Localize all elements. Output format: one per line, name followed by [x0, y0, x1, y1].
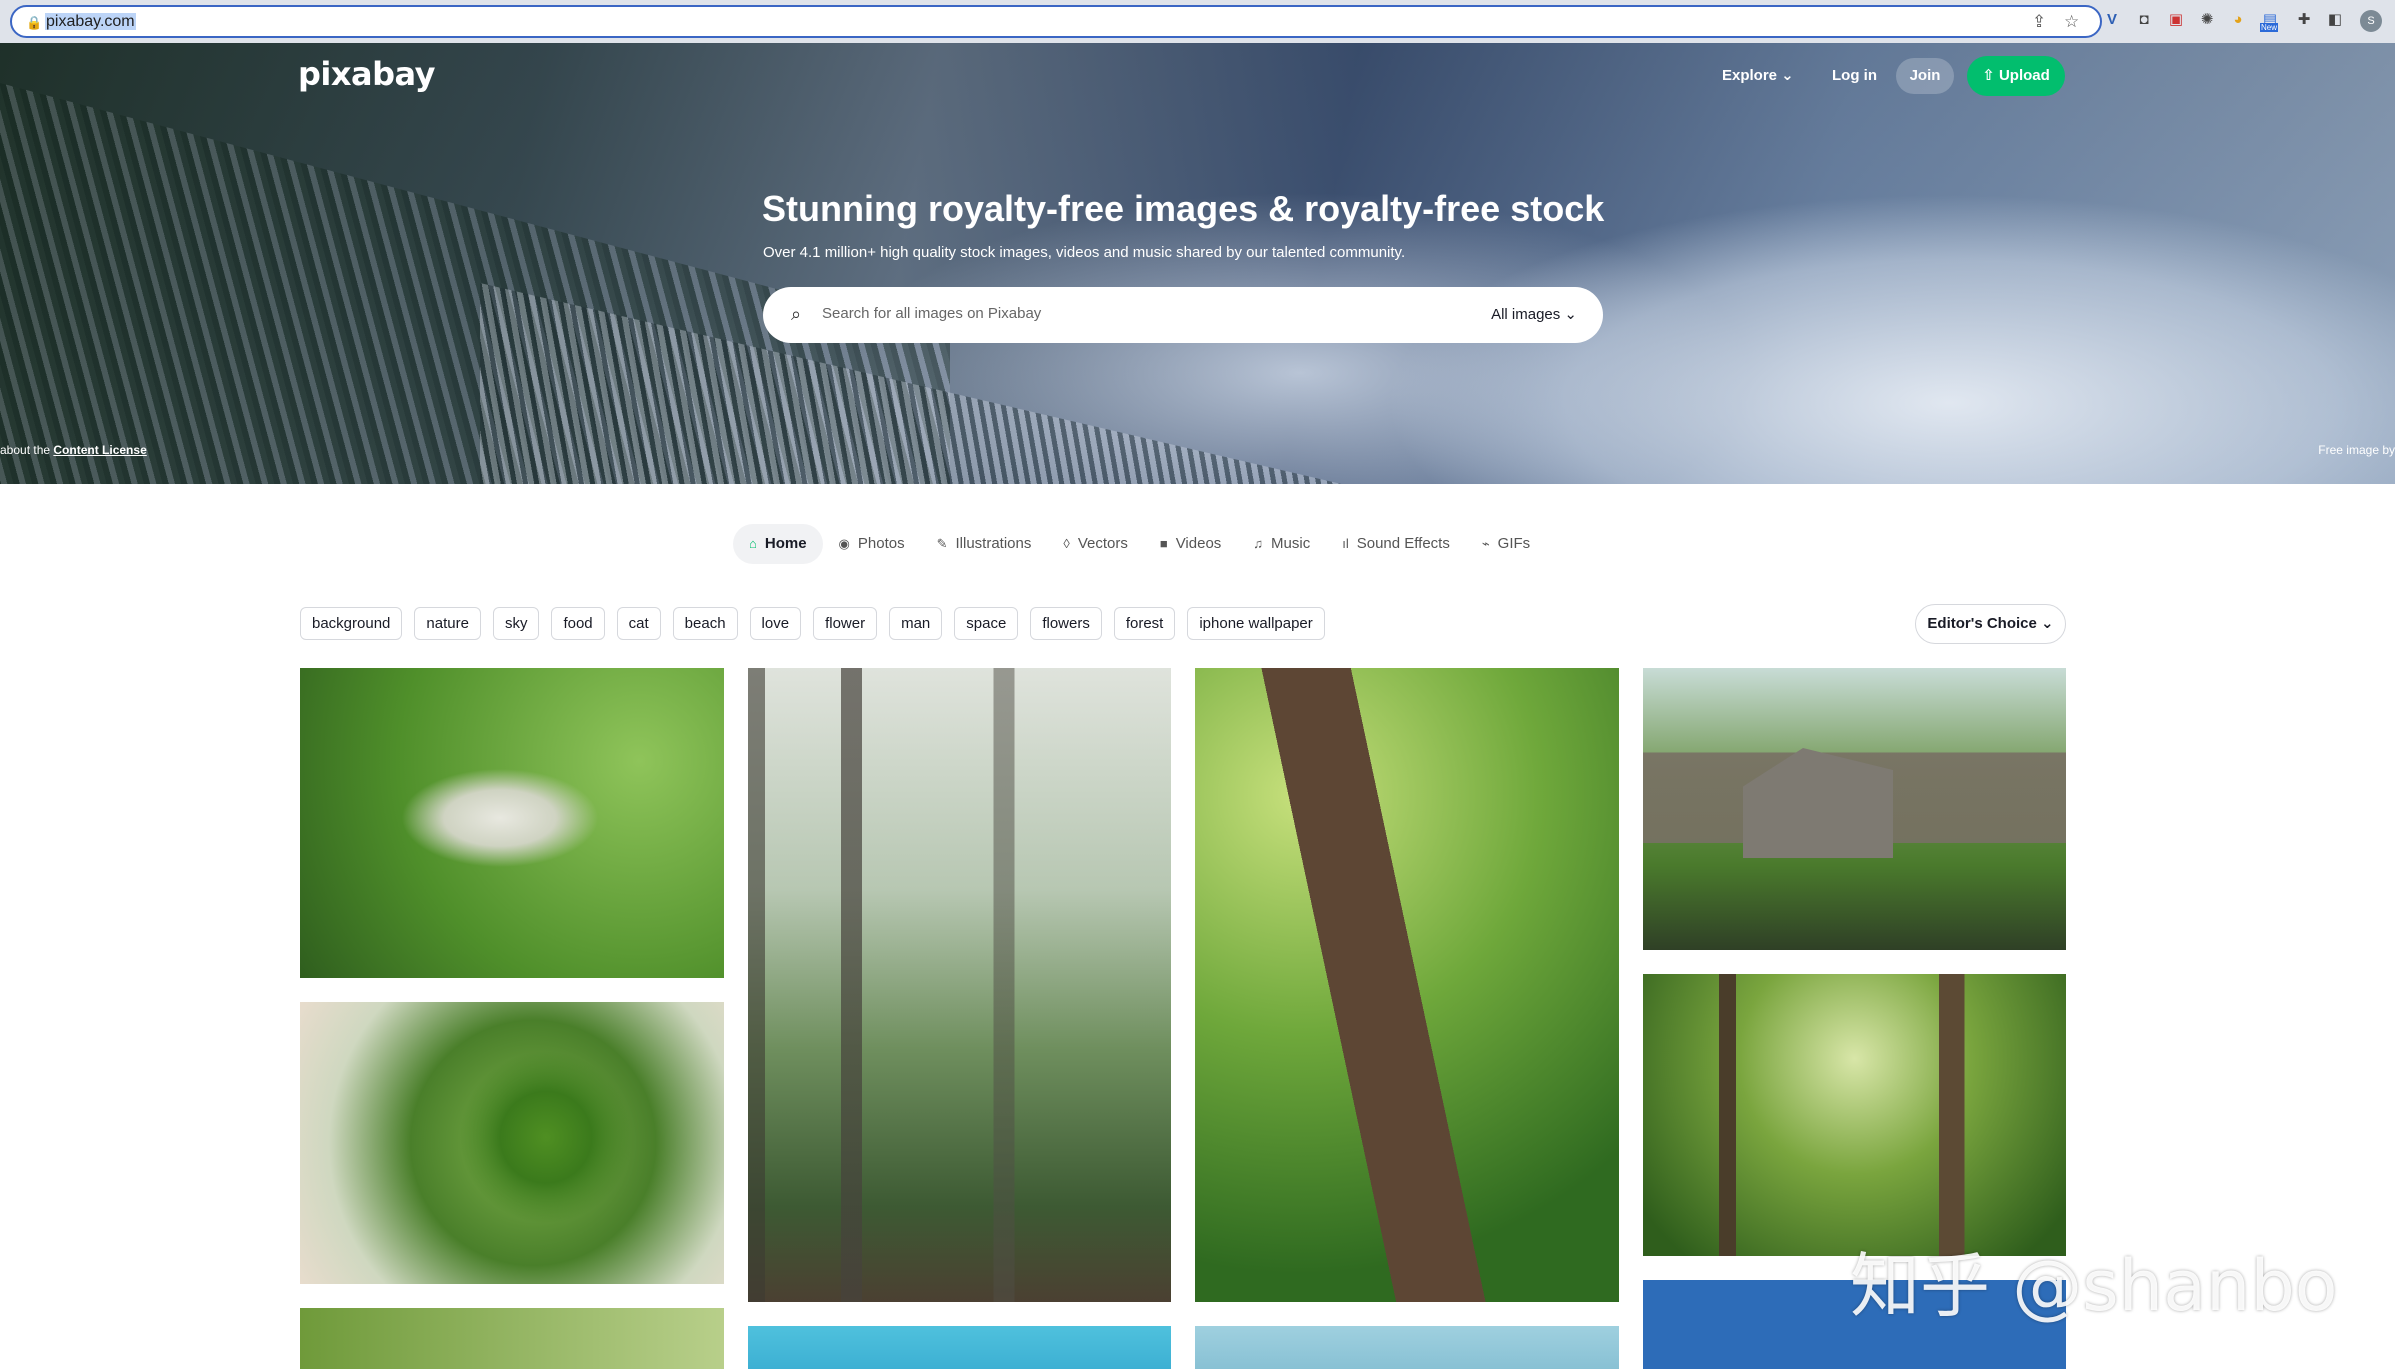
upload-button[interactable]: ⇧ Upload [1967, 56, 2065, 96]
photo-butterfly[interactable] [300, 668, 724, 978]
photo-flower-bud[interactable] [300, 1002, 724, 1284]
tag-chip[interactable]: space [954, 607, 1019, 640]
lock-icon: 🔒 [26, 15, 43, 30]
waveform-icon: ıl [1342, 536, 1349, 551]
browser-toolbar: 🔒 pixabay.com ⇪ ☆ V ◘ ▣ ✺ ◕ ▤ New ✚ ◧ S [0, 0, 2395, 43]
pdf-icon[interactable]: ▣ [2166, 10, 2186, 30]
tag-chip[interactable]: man [889, 607, 943, 640]
photo-blue-water[interactable] [748, 1326, 1171, 1369]
sidepanel-icon[interactable]: ◧ [2325, 10, 2345, 30]
settings-icon[interactable]: ✺ [2197, 10, 2217, 30]
tag-chip[interactable]: iphone wallpaper [1187, 607, 1325, 640]
new-extension-icon[interactable]: ▤ New [2260, 10, 2280, 32]
content-license-link[interactable]: Content License [53, 443, 146, 457]
camera-icon: ◉ [838, 536, 850, 551]
music-note-icon: ♫ [1253, 536, 1264, 551]
photo-branch[interactable] [300, 1308, 724, 1369]
tag-chip[interactable]: forest [1113, 607, 1176, 640]
video-camera-icon: ■ [1159, 536, 1168, 551]
watermark: 知乎 @shanbo [1850, 1245, 2338, 1327]
tab-videos[interactable]: ■ Videos [1144, 524, 1237, 564]
photo-watermill[interactable] [1643, 668, 2066, 950]
mill-building [1743, 748, 1893, 858]
sort-dropdown[interactable]: Editor's Choice ⌄ [1915, 604, 2066, 644]
search-input[interactable]: Search for all images on Pixabay [822, 305, 1041, 322]
profile-avatar[interactable]: S [2360, 10, 2382, 32]
tag-chip[interactable]: love [749, 607, 802, 640]
upload-icon: ⇧ [1982, 67, 1999, 84]
pixabay-logo[interactable]: pixabay [298, 55, 435, 93]
join-button[interactable]: Join [1896, 58, 1954, 94]
tag-chip[interactable]: cat [616, 607, 661, 640]
media-type-tabs: ⌂ Home ◉ Photos ✎ Illustrations ◊ Vectors ■ V… [733, 524, 1546, 564]
tab-illustrations[interactable]: ✎ Illustrations [921, 524, 1048, 564]
camera-icon[interactable]: ◘ [2134, 10, 2154, 30]
tab-gifs[interactable]: ⌁ GIFs [1466, 524, 1546, 564]
license-note: about the Content License [0, 443, 147, 457]
hero-banner [0, 43, 2395, 484]
home-icon: ⌂ [749, 536, 757, 551]
explore-menu[interactable]: Explore ⌄ [1722, 58, 1794, 94]
photo-lizard-tree[interactable] [1195, 668, 1619, 1302]
search-icon: ⌕ [791, 304, 802, 324]
tag-chip[interactable]: background [300, 607, 403, 640]
brush-icon: ✎ [936, 536, 948, 551]
tag-chip[interactable]: beach [672, 607, 738, 640]
address-bar[interactable]: 🔒 pixabay.com ⇪ ☆ [10, 5, 2102, 38]
popular-tags: background nature sky food cat beach lov… [300, 607, 1325, 640]
photo-green-forest[interactable] [1643, 974, 2066, 1256]
tag-chip[interactable]: food [551, 607, 605, 640]
tag-chip[interactable]: flowers [1030, 607, 1102, 640]
tab-vectors[interactable]: ◊ Vectors [1047, 524, 1143, 564]
tab-music[interactable]: ♫ Music [1237, 524, 1326, 564]
photo-forest-path[interactable] [748, 668, 1171, 1302]
share-icon[interactable]: ⇪ [2032, 12, 2046, 32]
tag-chip[interactable]: sky [492, 607, 540, 640]
v-extension-icon[interactable]: V [2102, 10, 2122, 30]
puzzle-icon[interactable]: ✚ [2294, 10, 2314, 30]
image-credit[interactable]: Free image by [2318, 443, 2395, 457]
tag-chip[interactable]: flower [813, 607, 878, 640]
search-bar[interactable]: ⌕ Search for all images on Pixabay All i… [763, 287, 1603, 343]
search-scope-dropdown[interactable]: All images ⌄ [1491, 305, 1577, 323]
login-link[interactable]: Log in [1832, 58, 1877, 94]
pen-nib-icon: ◊ [1063, 536, 1070, 551]
photo-sky[interactable] [1195, 1326, 1619, 1369]
tab-home[interactable]: ⌂ Home [733, 524, 823, 564]
tag-chip[interactable]: nature [414, 607, 481, 640]
chrome-icon[interactable]: ◕ [2228, 10, 2248, 30]
hero-subtitle: Over 4.1 million+ high quality stock ima… [763, 244, 1406, 261]
tab-photos[interactable]: ◉ Photos [823, 524, 921, 564]
tab-sound-effects[interactable]: ıl Sound Effects [1326, 524, 1466, 564]
url-text[interactable]: pixabay.com [45, 13, 136, 31]
gif-flame-icon: ⌁ [1481, 536, 1490, 551]
hero-title: Stunning royalty-free images & royalty-f… [762, 188, 1605, 229]
star-icon[interactable]: ☆ [2064, 12, 2079, 32]
